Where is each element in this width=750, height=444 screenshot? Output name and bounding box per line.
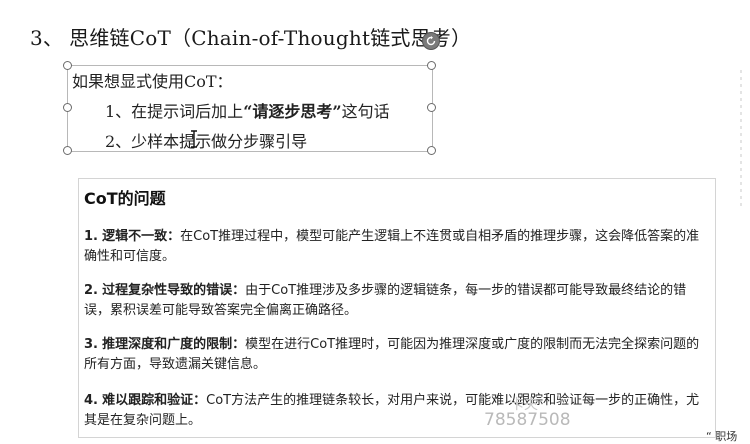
issue-item: 3. 推理深度和广度的限制：模型在进行CoT推理时，可能因为推理深度或广度的限制… [84,335,706,375]
textbox-step-1[interactable]: 1、在提示词后加上“请逐步思考”这句话 [105,98,390,122]
rotate-icon [426,36,436,46]
selection-handle-bottom-left[interactable] [63,146,72,155]
selection-handle-top-right[interactable] [427,61,436,70]
issue-item: 1. 逻辑不一致：在CoT推理过程中，模型可能产生逻辑上不连贯或自相矛盾的推理步… [84,227,706,267]
issue-heading: 推理深度和广度的限制： [102,337,246,352]
issue-item: 2. 过程复杂性导致的错误：由于CoT推理涉及多步骤的逻辑链条，每一步的错误都可… [84,281,706,321]
selection-handle-mid-right[interactable] [427,103,436,112]
selection-handle-mid-left[interactable] [63,103,72,112]
step-1-prefix: 1、在提示词后加上 [105,102,244,121]
textbox-step-2[interactable]: 2、少样本提示做分步骤引导 [105,128,307,152]
i-beam-cursor-icon [191,130,197,148]
issue-heading: 过程复杂性导致的错误： [102,283,246,298]
issue-item: 4. 难以跟踪和验证：CoT方法产生的推理链条较长，对用户来说，可能难以跟踪和验… [84,391,706,431]
cot-problems-panel: CoT的问题 1. 逻辑不一致：在CoT推理过程中，模型可能产生逻辑上不连贯或自… [78,178,716,438]
right-edge-dashes [740,70,742,210]
textbox-intro[interactable]: 如果想显式使用CoT： [72,68,233,92]
selection-handle-bottom-right[interactable] [427,146,436,155]
panel-title: CoT的问题 [84,189,166,208]
title-text: 思维链CoT（Chain-of-Thought链式思考） [69,26,472,50]
issue-number: 2. [84,283,98,298]
issue-heading: 逻辑不一致： [102,229,181,244]
issue-number: 1. [84,229,98,244]
slide-title: 3、 思维链CoT（Chain-of-Thought链式思考） [30,22,471,51]
title-number: 3、 [30,26,64,50]
rotate-handle[interactable] [422,32,440,50]
step-1-emphasis: “请逐步思考” [243,102,342,121]
issue-heading: 难以跟踪和验证： [102,393,207,408]
issue-number: 3. [84,337,98,352]
issue-number: 4. [84,393,98,408]
selection-handle-top-left[interactable] [63,61,72,70]
corner-mark: “ 职场 [706,430,738,443]
step-1-suffix: 这句话 [341,102,390,121]
watermark-id: 78587508 [484,410,571,430]
